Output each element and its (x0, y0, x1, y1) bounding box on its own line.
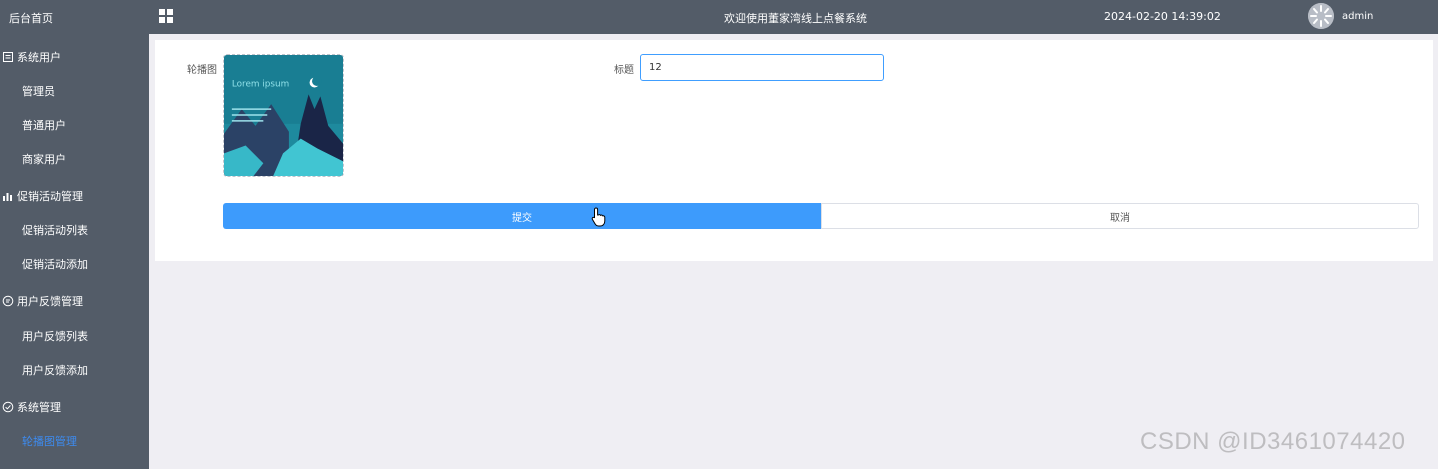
sidebar-item-label: 系统用户 (17, 51, 61, 64)
sidebar-item-label: 系统管理 (17, 401, 61, 414)
sidebar-item-admin[interactable]: 管理员 (0, 74, 149, 108)
welcome-title: 欢迎使用董家湾线上点餐系统 (724, 12, 867, 25)
submit-button[interactable]: 提交 (223, 203, 821, 229)
check-circle-icon (2, 401, 14, 413)
top-header: 欢迎使用董家湾线上点餐系统 2024-02-20 14:39:02 admin (149, 0, 1438, 34)
banner-image-label: 轮播图 (187, 65, 217, 76)
sidebar-group-feedback[interactable]: 用户反馈管理 (0, 284, 149, 318)
sidebar-item-feedback-add[interactable]: 用户反馈添加 (0, 353, 149, 387)
sidebar-item-label: 轮播图管理 (22, 435, 77, 448)
sidebar-item-label: 商家用户 (22, 153, 66, 166)
title-label: 标题 (614, 65, 634, 76)
sidebar-group-system-users[interactable]: 系统用户 (0, 40, 149, 74)
hand-pointer-icon (591, 207, 607, 227)
sidebar-item-label: 用户反馈添加 (22, 364, 88, 377)
cancel-button[interactable]: 取消 (821, 203, 1419, 229)
sidebar-item-label: 后台首页 (9, 12, 53, 25)
title-input[interactable] (640, 54, 884, 81)
current-datetime: 2024-02-20 14:39:02 (1104, 10, 1221, 23)
banner-image-upload[interactable]: Lorem ipsum (223, 54, 344, 177)
watermark: CSDN @ID3461074420 (1140, 428, 1406, 455)
loading-avatar-icon (1308, 3, 1334, 29)
sidebar-item-merchant-users[interactable]: 商家用户 (0, 142, 149, 176)
sidebar-item-label: 普通用户 (22, 119, 66, 132)
chat-icon (2, 295, 14, 307)
avatar[interactable] (1308, 3, 1334, 29)
grid-menu-icon[interactable] (159, 9, 173, 23)
banner-edit-form: 轮播图 Lorem ipsum 标题 提交 取消 (155, 40, 1433, 261)
sidebar-item-banner-manage[interactable]: 轮播图管理 (0, 424, 149, 458)
banner-image-caption: Lorem ipsum (232, 79, 289, 89)
sidebar-item-label: 促销活动添加 (22, 258, 88, 271)
sidebar-group-promotion[interactable]: 促销活动管理 (0, 179, 149, 213)
sidebar-item-home[interactable]: 后台首页 (0, 1, 149, 35)
sidebar-item-feedback-list[interactable]: 用户反馈列表 (0, 319, 149, 353)
sidebar-item-promotion-list[interactable]: 促销活动列表 (0, 213, 149, 247)
sidebar-item-label: 促销活动管理 (17, 190, 83, 203)
username[interactable]: admin (1342, 11, 1373, 22)
sidebar: 后台首页 系统用户 管理员 普通用户 商家用户 促销活动管理 促销活动列表 促销… (0, 0, 149, 469)
sidebar-item-label: 用户反馈管理 (17, 295, 83, 308)
sidebar-item-label: 用户反馈列表 (22, 330, 88, 343)
sidebar-item-promotion-add[interactable]: 促销活动添加 (0, 247, 149, 281)
list-icon (2, 51, 14, 63)
sidebar-group-system-manage[interactable]: 系统管理 (0, 390, 149, 424)
bar-chart-icon (2, 190, 14, 202)
sidebar-item-label: 管理员 (22, 85, 55, 98)
sidebar-item-label: 促销活动列表 (22, 224, 88, 237)
banner-image-preview: Lorem ipsum (224, 55, 343, 176)
sidebar-item-normal-users[interactable]: 普通用户 (0, 108, 149, 142)
